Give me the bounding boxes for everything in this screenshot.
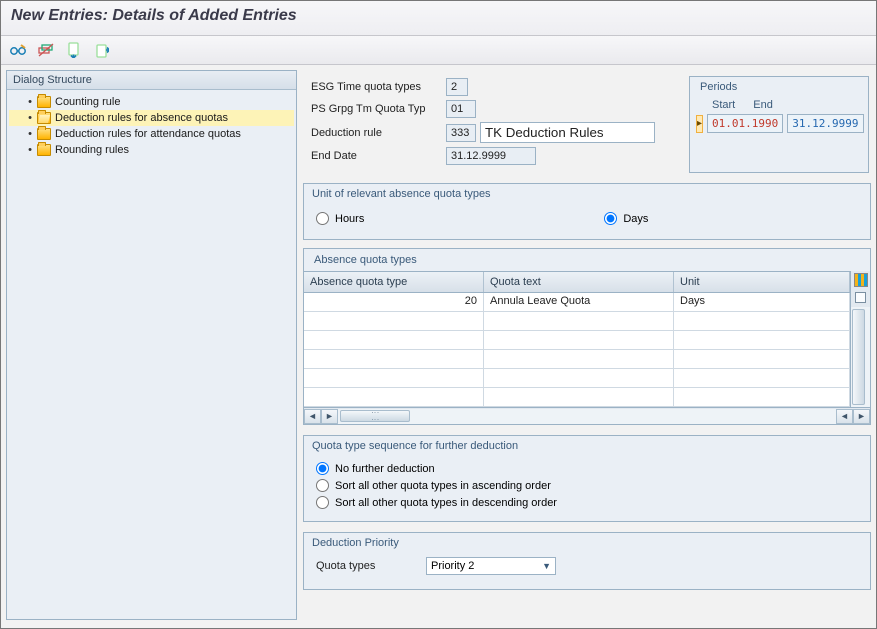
- bullet-icon: •: [27, 96, 33, 108]
- title-bar: New Entries: Details of Added Entries: [1, 1, 876, 36]
- folder-open-icon: [37, 112, 51, 124]
- quota-types-value: Priority 2: [431, 560, 474, 572]
- horizontal-scrollbar[interactable]: [338, 409, 836, 424]
- next-entry-icon[interactable]: [93, 41, 111, 59]
- unit-days-label: Days: [623, 213, 648, 225]
- table-configure-icon[interactable]: [854, 273, 868, 287]
- absence-quota-title: Absence quota types: [304, 249, 870, 271]
- unit-days-option[interactable]: Days: [604, 210, 648, 227]
- delimit-icon[interactable]: [37, 41, 55, 59]
- tree-item-deduction-absence[interactable]: • Deduction rules for absence quotas: [9, 110, 294, 126]
- seq-no-further-label: No further deduction: [335, 463, 435, 475]
- folder-icon: [37, 96, 51, 108]
- seq-asc-radio[interactable]: [316, 479, 329, 492]
- enddate-value: 31.12.9999: [446, 147, 536, 165]
- glasses-detail-icon[interactable]: [9, 41, 27, 59]
- psg-label: PS Grpg Tm Quota Typ: [311, 103, 446, 115]
- periods-start-value[interactable]: 01.01.1990: [707, 114, 783, 133]
- absence-quota-table: Absence quota type Quota text Unit 20 An…: [304, 271, 850, 407]
- periods-end-label: End: [753, 99, 773, 111]
- table-body: 20 Annula Leave Quota Days: [304, 293, 850, 407]
- dialog-structure-header: Dialog Structure: [7, 71, 296, 90]
- tree-item-rounding-rules[interactable]: • Rounding rules: [9, 142, 294, 158]
- periods-title: Periods: [696, 79, 862, 99]
- tree-item-label: Deduction rules for absence quotas: [55, 112, 228, 124]
- tree-item-label: Rounding rules: [55, 144, 129, 156]
- unit-hours-radio[interactable]: [316, 212, 329, 225]
- scroll-right-button[interactable]: ►: [321, 409, 338, 424]
- horizontal-scroll-thumb[interactable]: [340, 410, 410, 422]
- esg-label: ESG Time quota types: [311, 81, 446, 93]
- table-header: Absence quota type Quota text Unit: [304, 271, 850, 293]
- seq-desc-radio[interactable]: [316, 496, 329, 509]
- content-panel: ESG Time quota types 2 PS Grpg Tm Quota …: [303, 70, 871, 620]
- unit-days-radio[interactable]: [604, 212, 617, 225]
- table-row[interactable]: [304, 312, 850, 331]
- unit-group: Unit of relevant absence quota types Hou…: [303, 183, 871, 240]
- sequence-group: Quota type sequence for further deductio…: [303, 435, 871, 522]
- tree-item-label: Counting rule: [55, 96, 120, 108]
- bullet-icon: •: [27, 144, 33, 156]
- scroll-left2-button[interactable]: ◄: [836, 409, 853, 424]
- col-quota-text[interactable]: Quota text: [484, 272, 674, 292]
- chevron-down-icon: ▼: [542, 561, 551, 571]
- horizontal-scrollbar-area: ◄ ► ◄ ►: [304, 407, 870, 424]
- scroll-left-button[interactable]: ◄: [304, 409, 321, 424]
- cell-type[interactable]: 20: [304, 293, 484, 311]
- table-select-all-checkbox[interactable]: [855, 292, 866, 303]
- sequence-group-title: Quota type sequence for further deductio…: [304, 436, 870, 456]
- table-row[interactable]: 20 Annula Leave Quota Days: [304, 293, 850, 312]
- dedrule-code: 333: [446, 124, 476, 142]
- periods-expand-button[interactable]: ▸: [696, 115, 703, 133]
- bullet-icon: •: [27, 112, 33, 124]
- priority-group-title: Deduction Priority: [304, 533, 870, 553]
- unit-hours-option[interactable]: Hours: [316, 210, 364, 227]
- folder-icon: [37, 128, 51, 140]
- header-fields: ESG Time quota types 2 PS Grpg Tm Quota …: [303, 70, 679, 173]
- col-absence-quota-type[interactable]: Absence quota type: [304, 272, 484, 292]
- quota-types-label: Quota types: [316, 560, 426, 572]
- dialog-structure-tree: • Counting rule • Deduction rules for ab…: [7, 90, 296, 162]
- periods-start-label: Start: [712, 99, 735, 111]
- tree-item-deduction-attendance[interactable]: • Deduction rules for attendance quotas: [9, 126, 294, 142]
- seq-desc-option[interactable]: Sort all other quota types in descending…: [316, 494, 858, 511]
- unit-group-title: Unit of relevant absence quota types: [304, 184, 870, 204]
- absence-quota-table-group: Absence quota types Absence quota type Q…: [303, 248, 871, 425]
- tree-item-counting-rule[interactable]: • Counting rule: [9, 94, 294, 110]
- unit-hours-label: Hours: [335, 213, 364, 225]
- priority-group: Deduction Priority Quota types Priority …: [303, 532, 871, 590]
- cell-unit[interactable]: Days: [674, 293, 850, 311]
- psg-value: 01: [446, 100, 476, 118]
- table-side-controls: [850, 271, 870, 407]
- vertical-scroll-thumb[interactable]: [852, 309, 865, 405]
- page-title: New Entries: Details of Added Entries: [11, 7, 297, 24]
- tree-item-label: Deduction rules for attendance quotas: [55, 128, 241, 140]
- dialog-structure-panel: Dialog Structure • Counting rule • Deduc…: [6, 70, 297, 620]
- table-row[interactable]: [304, 369, 850, 388]
- seq-asc-label: Sort all other quota types in ascending …: [335, 480, 551, 492]
- scroll-right2-button[interactable]: ►: [853, 409, 870, 424]
- toolbar: [1, 36, 876, 65]
- seq-desc-label: Sort all other quota types in descending…: [335, 497, 557, 509]
- vertical-scrollbar[interactable]: [851, 307, 870, 407]
- prev-entry-icon[interactable]: [65, 41, 83, 59]
- seq-no-further-radio[interactable]: [316, 462, 329, 475]
- enddate-label: End Date: [311, 150, 446, 162]
- cell-text[interactable]: Annula Leave Quota: [484, 293, 674, 311]
- periods-end-value[interactable]: 31.12.9999: [787, 114, 863, 133]
- table-row[interactable]: [304, 331, 850, 350]
- periods-group: Periods Start End ▸ 01.01.1990 31.12.999…: [689, 76, 869, 173]
- main-area: Dialog Structure • Counting rule • Deduc…: [1, 65, 876, 625]
- dedrule-label: Deduction rule: [311, 127, 446, 139]
- seq-no-further-option[interactable]: No further deduction: [316, 460, 858, 477]
- seq-asc-option[interactable]: Sort all other quota types in ascending …: [316, 477, 858, 494]
- col-unit[interactable]: Unit: [674, 272, 850, 292]
- dedrule-text-input[interactable]: [480, 122, 655, 143]
- quota-types-select[interactable]: Priority 2 ▼: [426, 557, 556, 575]
- table-row[interactable]: [304, 388, 850, 407]
- bullet-icon: •: [27, 128, 33, 140]
- esg-value: 2: [446, 78, 468, 96]
- folder-icon: [37, 144, 51, 156]
- table-row[interactable]: [304, 350, 850, 369]
